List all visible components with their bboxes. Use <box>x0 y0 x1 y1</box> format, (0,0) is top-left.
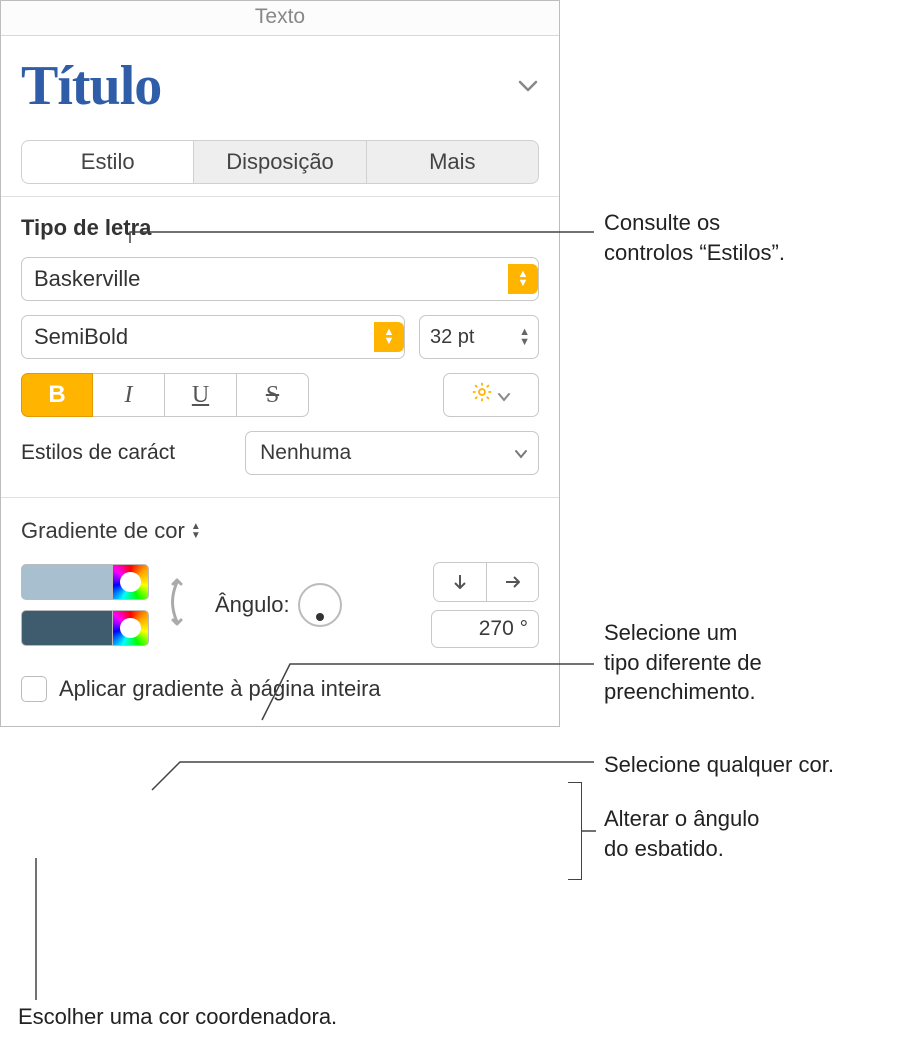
callout-angle: Alterar o ângulo do esbatido. <box>604 804 759 863</box>
callout-fill-type: Selecione um tipo diferente de preenchim… <box>604 618 762 707</box>
callout-matching-color: Escolher uma cor coordenadora. <box>18 1002 337 1032</box>
callout-any-color: Selecione qualquer cor. <box>604 750 834 780</box>
callout-styles: Consulte os controlos “Estilos”. <box>604 208 785 267</box>
